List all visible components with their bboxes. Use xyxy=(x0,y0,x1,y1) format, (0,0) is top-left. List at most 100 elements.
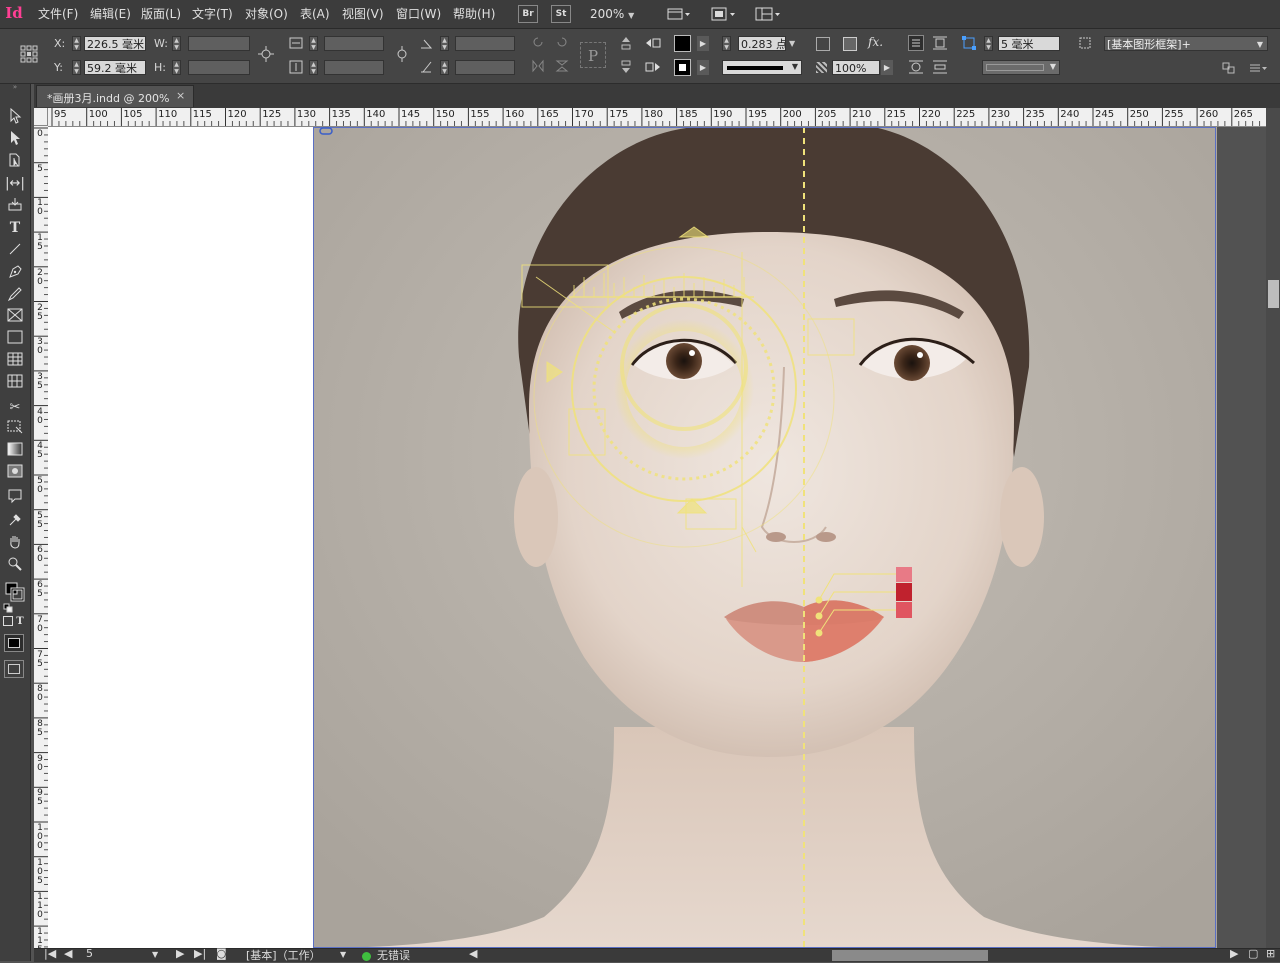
reference-point-icon[interactable] xyxy=(20,45,38,63)
rectangle-frame-tool-icon[interactable] xyxy=(3,308,27,328)
link-icon[interactable] xyxy=(319,127,333,135)
scale-y-field[interactable] xyxy=(324,60,384,75)
type-tool-icon[interactable]: T xyxy=(3,220,27,240)
w-spinner[interactable]: ▲ ▼ xyxy=(172,36,181,51)
vertical-scrollbar[interactable] xyxy=(1266,108,1280,948)
height-field[interactable] xyxy=(188,60,250,75)
stock-button[interactable]: St xyxy=(551,5,571,23)
horizontal-ruler[interactable]: 95 100 105 110 115 120 125 130 135 140 145 150 155 16… xyxy=(34,108,1268,127)
page-preview-icon[interactable]: ◙ xyxy=(216,947,227,960)
horizontal-scroll-thumb[interactable] xyxy=(832,950,988,961)
pencil-tool-icon[interactable] xyxy=(3,286,27,306)
stroke-menu-arrow[interactable]: ▶ xyxy=(697,60,709,75)
vertical-ruler[interactable]: 0 5 10 15 20 25 30 35 40 45 50 55 60 65 70 75 80 85 90 95 10… xyxy=(34,126,49,948)
menu-view[interactable]: 视图(V) xyxy=(342,5,384,23)
scissors-tool-icon[interactable]: ✂ xyxy=(3,398,27,418)
h-spinner[interactable]: ▲ ▼ xyxy=(172,60,181,75)
rotate-ccw-icon[interactable] xyxy=(555,35,569,49)
menu-layout[interactable]: 版面(L) xyxy=(141,5,181,23)
page-number-select[interactable]: 5 ▼ xyxy=(86,947,158,960)
formatting-affects-container-icon[interactable]: T xyxy=(3,616,27,628)
gradient-swatch-tool-icon[interactable] xyxy=(3,442,27,462)
x-position-field[interactable]: 226.5 毫米 xyxy=(84,36,146,51)
drop-shadow-icon[interactable] xyxy=(816,37,830,51)
text-wrap-box-icon[interactable] xyxy=(932,35,948,51)
document-canvas[interactable] xyxy=(48,127,1266,948)
menu-help[interactable]: 帮助(H) xyxy=(453,5,495,23)
view-options-icon[interactable] xyxy=(666,5,692,23)
shear-angle-field[interactable] xyxy=(455,60,515,75)
gap-tool-icon[interactable]: |↔| xyxy=(3,174,27,194)
note-tool-icon[interactable] xyxy=(3,488,27,508)
scale-link-icon[interactable] xyxy=(394,46,410,62)
swatch-coral-red[interactable] xyxy=(896,602,912,618)
text-wrap-jump-icon[interactable] xyxy=(932,59,948,75)
width-field[interactable] xyxy=(188,36,250,51)
screen-mode-icon[interactable] xyxy=(709,5,737,23)
scale-x-spinner[interactable]: ▲ ▼ xyxy=(309,36,318,51)
document-tab[interactable]: *画册3月.indd @ 200% × xyxy=(36,85,194,107)
fill-swatch[interactable] xyxy=(674,35,691,52)
y-position-field[interactable]: 59.2 毫米 xyxy=(84,60,146,75)
select-previous-object-icon[interactable] xyxy=(644,35,662,51)
x-spinner[interactable]: ▲ ▼ xyxy=(72,36,81,51)
stroke-swatch[interactable] xyxy=(674,59,691,76)
first-page-icon[interactable]: |◀ xyxy=(44,947,56,960)
scale-y-spinner[interactable]: ▲ ▼ xyxy=(309,60,318,75)
swatch-light-red[interactable] xyxy=(896,567,912,582)
ruler-origin[interactable] xyxy=(34,108,48,126)
preflight-profile-dropdown-icon[interactable]: ▼ xyxy=(340,950,346,959)
stroke-weight-field[interactable]: 0.283 点 xyxy=(738,36,786,51)
stroke-type-select[interactable]: ▼ xyxy=(722,60,802,75)
rectangle-tool-icon[interactable] xyxy=(3,330,27,350)
page-left-white-area[interactable] xyxy=(48,127,314,948)
panel-menu-icon[interactable] xyxy=(1248,62,1268,74)
swatch-dark-red[interactable] xyxy=(896,583,912,601)
zoom-level-select[interactable]: 200% ▼ xyxy=(590,5,634,23)
last-page-icon[interactable]: ▶| xyxy=(194,947,206,960)
next-page-icon[interactable]: ▶ xyxy=(176,947,184,960)
corner-size-field[interactable]: 5 毫米 xyxy=(998,36,1060,51)
y-spinner[interactable]: ▲ ▼ xyxy=(72,60,81,75)
menu-file[interactable]: 文件(F) xyxy=(38,5,78,23)
stroke-weight-spinner[interactable]: ▲ ▼ xyxy=(722,36,731,51)
opacity-slider-arrow[interactable]: ▶ xyxy=(881,60,893,75)
gradient-feather-tool-icon[interactable] xyxy=(3,464,27,484)
corner-options-icon[interactable] xyxy=(962,36,976,50)
direct-selection-tool-icon[interactable] xyxy=(3,130,27,150)
default-fill-stroke-icon[interactable] xyxy=(3,602,13,613)
opacity-field[interactable]: 100% xyxy=(832,60,880,75)
zoom-tool-icon[interactable] xyxy=(3,556,27,576)
grid-tool-icon[interactable] xyxy=(3,374,27,394)
select-next-object-icon[interactable] xyxy=(644,59,662,75)
resize-corner-icon[interactable]: ⊞ xyxy=(1266,947,1275,960)
flip-horizontal-icon[interactable] xyxy=(531,59,545,73)
scroll-right-icon[interactable]: ▶ xyxy=(1230,947,1238,960)
rotate-spinner[interactable]: ▲ ▼ xyxy=(440,36,449,51)
text-wrap-shape-icon[interactable] xyxy=(908,59,924,75)
hand-tool-icon[interactable] xyxy=(3,534,27,554)
text-wrap-none-icon[interactable] xyxy=(908,35,924,51)
constrain-proportions-icon[interactable] xyxy=(258,46,274,62)
scroll-left-icon[interactable]: ◀ xyxy=(469,947,477,960)
bridge-button[interactable]: Br xyxy=(518,5,538,23)
page-tool-icon[interactable] xyxy=(3,152,27,172)
view-mode-icon[interactable]: ▢ xyxy=(1248,947,1258,960)
corner-shape-select[interactable]: ▼ xyxy=(982,60,1060,75)
previous-page-icon[interactable]: ◀ xyxy=(64,947,72,960)
rotate-angle-field[interactable] xyxy=(455,36,515,51)
pen-tool-icon[interactable] xyxy=(3,264,27,284)
screen-mode-normal-icon[interactable] xyxy=(4,660,24,678)
fill-stroke-swatches-icon[interactable] xyxy=(5,582,25,602)
rotate-cw-icon[interactable] xyxy=(531,35,545,49)
flip-vertical-icon[interactable] xyxy=(555,59,569,73)
stroke-weight-dropdown-icon[interactable]: ▼ xyxy=(789,39,795,48)
shear-spinner[interactable]: ▲ ▼ xyxy=(440,60,449,75)
menu-type[interactable]: 文字(T) xyxy=(192,5,233,23)
portrait-image-frame[interactable] xyxy=(314,127,1217,948)
scale-x-field[interactable] xyxy=(324,36,384,51)
eyedropper-tool-icon[interactable] xyxy=(3,512,27,532)
selection-tool-icon[interactable] xyxy=(3,107,27,128)
shadow-style-icon[interactable] xyxy=(843,37,857,51)
corner-size-spinner[interactable]: ▲ ▼ xyxy=(984,36,993,51)
